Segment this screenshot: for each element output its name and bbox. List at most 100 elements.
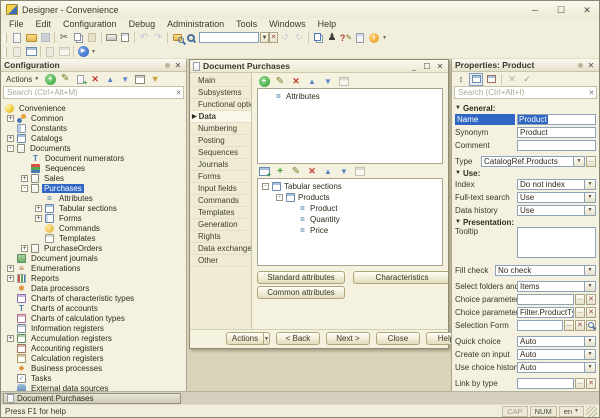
tab-input-fields[interactable]: Input fields xyxy=(190,183,251,195)
quickchoice-combo[interactable]: Auto▼ xyxy=(517,336,596,347)
fulltext-label[interactable]: Full-text search xyxy=(455,193,517,202)
tab-rights[interactable]: Rights xyxy=(190,231,251,243)
delete-icon[interactable]: ✕ xyxy=(289,75,303,88)
linkbytype-clear-button[interactable]: ✕ xyxy=(586,378,596,389)
expander-icon[interactable]: + xyxy=(7,115,14,122)
tree-item-external-data-sources[interactable]: External data sources xyxy=(1,383,186,391)
about-icon[interactable]: i xyxy=(367,31,381,44)
toolbar-grip[interactable] xyxy=(4,47,7,57)
standard-attributes-button[interactable]: Standard attributes xyxy=(257,271,345,284)
document-icon[interactable] xyxy=(10,45,24,58)
zoom-icon[interactable] xyxy=(184,31,198,44)
section-presentation[interactable]: ▼Presentation: xyxy=(455,217,596,227)
tab-functional-options[interactable]: Functional options xyxy=(190,99,251,111)
edit-icon[interactable]: ✎ xyxy=(58,73,72,86)
tree-item-sales[interactable]: +Sales xyxy=(1,173,186,183)
selectfolders-combo[interactable]: Items▼ xyxy=(517,281,596,292)
compare-configurations-icon[interactable] xyxy=(311,31,325,44)
print-icon[interactable] xyxy=(104,31,118,44)
tree-item-sequences[interactable]: Sequences xyxy=(1,163,186,173)
delete-icon[interactable]: ✕ xyxy=(305,165,319,178)
createoninput-label[interactable]: Create on input xyxy=(455,350,517,359)
tooltip-label[interactable]: Tooltip xyxy=(455,227,517,236)
undo-icon[interactable]: ↶ xyxy=(137,31,151,44)
window-icon[interactable] xyxy=(133,73,147,86)
createoninput-combo[interactable]: Auto▼ xyxy=(517,349,596,360)
actions-menu-button[interactable]: Actions▼ xyxy=(3,73,42,85)
expander-icon[interactable]: + xyxy=(7,265,14,272)
selectfolders-dropdown-icon[interactable]: ▼ xyxy=(584,282,595,291)
move-down-icon[interactable]: ▼ xyxy=(321,75,335,88)
toolbar-grip[interactable] xyxy=(4,33,7,43)
choicelinks-label[interactable]: Choice parameter links xyxy=(455,295,517,304)
move-up-icon[interactable]: ▲ xyxy=(103,73,117,86)
toolbar-overflow-icon[interactable]: ▾ xyxy=(92,48,95,55)
choicehistory-combo[interactable]: Auto▼ xyxy=(517,362,596,373)
menu-file[interactable]: File xyxy=(9,19,24,29)
tree-item-forms[interactable]: +Forms xyxy=(1,213,186,223)
index-dropdown-icon[interactable]: ▼ xyxy=(584,180,595,189)
choiceparams-clear-button[interactable]: ✕ xyxy=(586,307,596,318)
choiceparams-field[interactable]: Filter.ProductType(Product xyxy=(517,307,574,318)
tree-item-attributes[interactable]: Attributes xyxy=(1,193,186,203)
tree-item-charts-of-calculation-types[interactable]: Charts of calculation types xyxy=(1,313,186,323)
tab-posting[interactable]: Posting xyxy=(190,135,251,147)
fulltext-combo[interactable]: Use▼ xyxy=(517,192,596,203)
tab-other[interactable]: Other xyxy=(190,255,251,267)
apply-icon[interactable]: ✓ xyxy=(520,73,534,86)
datahistory-combo[interactable]: Use▼ xyxy=(517,205,596,216)
open-icon[interactable] xyxy=(24,31,38,44)
tree-item-catalogs[interactable]: +Catalogs xyxy=(1,133,186,143)
filter-icon[interactable]: ▼ xyxy=(148,73,162,86)
name-label[interactable]: Name xyxy=(455,114,515,125)
toolbar-search-input[interactable] xyxy=(199,32,259,43)
tree-item-charts-of-characteristic-types[interactable]: Charts of characteristic types xyxy=(1,293,186,303)
fillcheck-combo[interactable]: No check▼ xyxy=(495,265,596,276)
section-use[interactable]: ▼Use: xyxy=(455,168,596,178)
price-attribute-item[interactable]: Price xyxy=(260,225,440,236)
menu-configuration[interactable]: Configuration xyxy=(63,19,117,29)
tree-item-commands[interactable]: Commands xyxy=(1,223,186,233)
tree-item-accumulation-registers[interactable]: +Accumulation registers xyxy=(1,333,186,343)
edit-icon[interactable]: ✎ xyxy=(273,75,287,88)
cut-icon[interactable]: ✂ xyxy=(57,31,71,44)
tree-item-data-processors[interactable]: Data processors xyxy=(1,283,186,293)
tree-item-business-processes[interactable]: Business processes xyxy=(1,363,186,373)
quickchoice-dropdown-icon[interactable]: ▼ xyxy=(584,337,595,346)
index-combo[interactable]: Do not index▼ xyxy=(517,179,596,190)
section-general[interactable]: ▼General: xyxy=(455,103,596,113)
tab-generation[interactable]: Generation xyxy=(190,219,251,231)
tabular-sections-root-item[interactable]: -Tabular sections xyxy=(260,181,440,192)
edit-icon[interactable]: ✎ xyxy=(289,165,303,178)
synonym-label[interactable]: Synonym xyxy=(455,128,517,137)
save-icon[interactable] xyxy=(38,31,52,44)
table-document-icon[interactable] xyxy=(57,45,71,58)
resize-grip[interactable] xyxy=(586,406,597,417)
selectionform-label[interactable]: Selection Form xyxy=(455,321,517,330)
expander-icon[interactable]: + xyxy=(35,215,42,222)
selectionform-clear-button[interactable]: ✕ xyxy=(575,320,585,331)
tree-item-accounting-registers[interactable]: Accounting registers xyxy=(1,343,186,353)
common-attributes-button[interactable]: Common attributes xyxy=(257,286,345,299)
properties-search-input[interactable] xyxy=(455,88,587,97)
menu-debug[interactable]: Debug xyxy=(129,19,156,29)
window-close-icon[interactable]: ✕ xyxy=(435,62,445,71)
menu-edit[interactable]: Edit xyxy=(36,19,52,29)
tab-data-exchange[interactable]: Data exchange xyxy=(190,243,251,255)
expander-icon[interactable]: + xyxy=(35,205,42,212)
choicehistory-label[interactable]: Use choice history xyxy=(455,363,517,372)
attributes-root-item[interactable]: Attributes xyxy=(260,91,440,102)
expander-icon[interactable]: - xyxy=(276,194,283,201)
fillcheck-dropdown-icon[interactable]: ▼ xyxy=(584,266,595,275)
close-button[interactable]: ✕ xyxy=(580,3,594,17)
tree-item-document-numerators[interactable]: Document numerators xyxy=(1,153,186,163)
tree-item-enumerations[interactable]: +Enumerations xyxy=(1,263,186,273)
type-label[interactable]: Type xyxy=(455,157,481,166)
tree-item-reports[interactable]: +Reports xyxy=(1,273,186,283)
menu-help[interactable]: Help xyxy=(318,19,337,29)
choicelinks-more-button[interactable]: … xyxy=(575,294,585,305)
search-clear-icon[interactable]: ✕ xyxy=(269,32,278,43)
menu-tools[interactable]: Tools xyxy=(236,19,257,29)
tab-forms[interactable]: Forms xyxy=(190,171,251,183)
name-field[interactable]: Product xyxy=(517,114,596,125)
